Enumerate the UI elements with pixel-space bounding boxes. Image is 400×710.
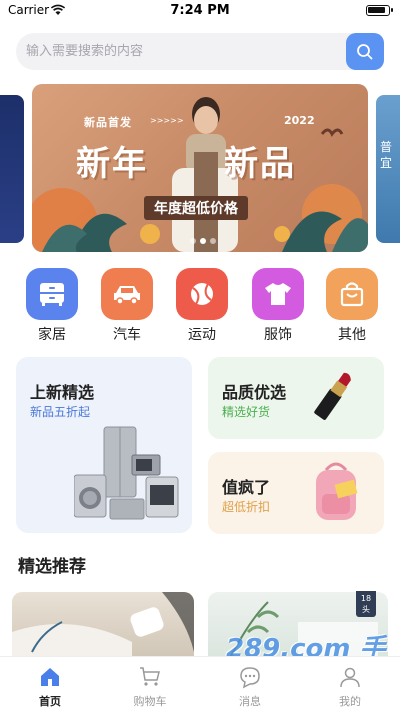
banner-arrows: >>>>> bbox=[150, 116, 184, 125]
tab-home[interactable]: 首页 bbox=[10, 665, 90, 709]
banner-prev-peek[interactable] bbox=[0, 95, 24, 243]
feature-card-new[interactable]: 上新精选 新品五折起 bbox=[16, 357, 192, 533]
tab-label: 首页 bbox=[39, 695, 61, 708]
page-dot[interactable] bbox=[190, 238, 196, 244]
message-icon bbox=[240, 667, 260, 689]
category-label: 家居 bbox=[38, 327, 66, 343]
page-dot-active[interactable] bbox=[200, 238, 206, 244]
tab-label: 消息 bbox=[239, 695, 261, 708]
lipstick-image bbox=[314, 372, 351, 420]
tab-bar: 首页 购物车 消息 我的 bbox=[0, 656, 400, 710]
cart-icon bbox=[140, 667, 160, 686]
feature-card-quality[interactable]: 品质优选 精选好货 bbox=[208, 357, 384, 439]
battery-icon bbox=[366, 5, 393, 16]
feature-title: 值疯了 bbox=[222, 478, 271, 497]
banner-pill: 年度超低价格 bbox=[144, 196, 248, 220]
feature-title: 品质优选 bbox=[222, 383, 287, 402]
status-bar: Carrier 7:24 PM bbox=[0, 0, 400, 22]
product-image bbox=[12, 592, 194, 662]
tab-profile[interactable]: 我的 bbox=[310, 665, 390, 709]
category-other[interactable]: 其他 bbox=[324, 268, 380, 344]
bag-icon bbox=[326, 268, 378, 320]
category-label: 运动 bbox=[188, 327, 216, 343]
banner-next-peek[interactable]: 普宜 bbox=[376, 95, 400, 243]
home-icon bbox=[41, 668, 59, 686]
search-icon bbox=[357, 43, 373, 59]
feature-card-crazy[interactable]: 值疯了 超低折扣 bbox=[208, 452, 384, 534]
tshirt-icon bbox=[252, 268, 304, 320]
search-input[interactable] bbox=[16, 33, 336, 70]
cabinet-icon bbox=[26, 268, 78, 320]
feature-title: 上新精选 bbox=[30, 383, 95, 402]
search-bar bbox=[16, 33, 384, 70]
feature-subtitle: 精选好货 bbox=[222, 405, 271, 419]
feature-subtitle: 新品五折起 bbox=[30, 405, 91, 419]
user-icon bbox=[340, 667, 360, 688]
category-car[interactable]: 汽车 bbox=[99, 268, 155, 344]
car-icon bbox=[101, 268, 153, 320]
ball-icon bbox=[176, 268, 228, 320]
recommend-card[interactable] bbox=[12, 592, 194, 662]
page-dot[interactable] bbox=[210, 238, 216, 244]
category-label: 汽车 bbox=[113, 327, 141, 343]
tab-label: 购物车 bbox=[133, 695, 167, 708]
banner-title-left: 新年 bbox=[76, 144, 148, 184]
category-clothing[interactable]: 服饰 bbox=[250, 268, 306, 344]
feature-subtitle: 超低折扣 bbox=[222, 500, 271, 514]
appliances-image bbox=[74, 426, 179, 520]
category-label: 服饰 bbox=[264, 327, 292, 343]
banner-title-right: 新品 bbox=[224, 144, 296, 184]
banner-year: 2022 bbox=[284, 114, 315, 127]
banner-page-indicator bbox=[190, 238, 216, 244]
tab-label: 我的 bbox=[339, 695, 361, 708]
section-title: 精选推荐 bbox=[18, 557, 86, 577]
tab-cart[interactable]: 购物车 bbox=[110, 665, 190, 709]
category-label: 其他 bbox=[338, 327, 366, 343]
banner-next-peek-text: 普宜 bbox=[380, 140, 393, 170]
age-rating-badge: 18 头 bbox=[356, 591, 376, 617]
category-sports[interactable]: 运动 bbox=[174, 268, 230, 344]
tab-messages[interactable]: 消息 bbox=[210, 665, 290, 709]
banner-carousel[interactable]: 新品首发 >>>>> 2022 新年 新品 年度超低价格 bbox=[32, 84, 368, 252]
clock: 7:24 PM bbox=[170, 3, 230, 18]
search-button[interactable] bbox=[346, 33, 384, 70]
banner-kicker: 新品首发 bbox=[84, 116, 132, 129]
backpack-image bbox=[316, 462, 358, 520]
category-home[interactable]: 家居 bbox=[24, 268, 80, 344]
